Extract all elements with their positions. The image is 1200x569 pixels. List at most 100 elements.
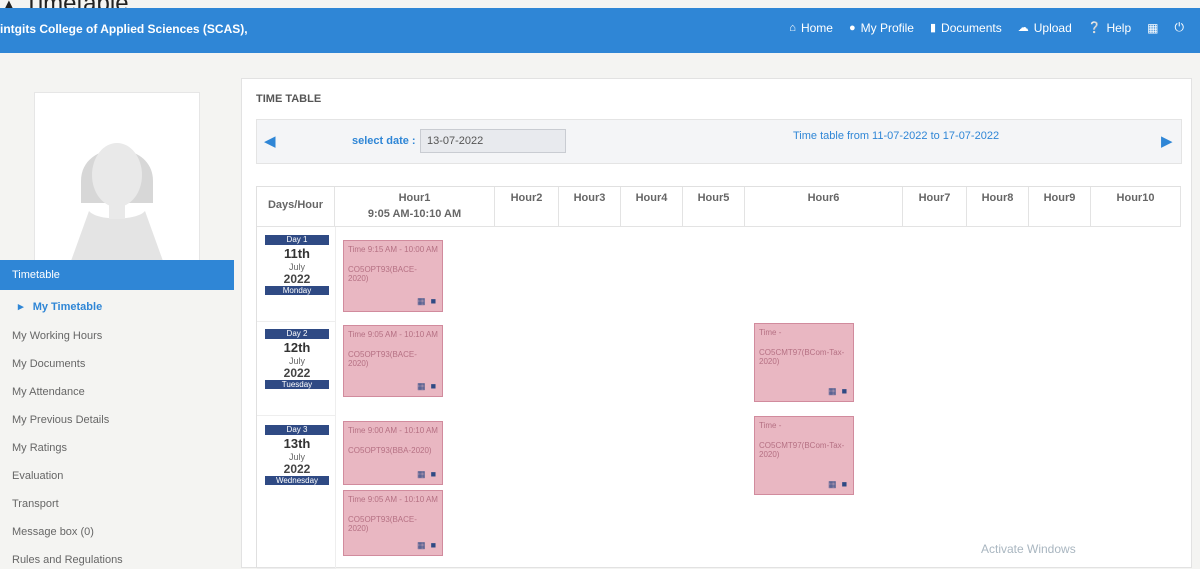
power-button[interactable]: ⏻	[1175, 20, 1185, 35]
day-year: 2022	[283, 462, 311, 476]
day-badge: Day 1	[265, 235, 329, 245]
day-weekday: Wednesday	[265, 476, 329, 485]
nav-documents[interactable]: ▮ Documents	[930, 20, 1002, 35]
college-name: intgits College of Applied Sciences (SCA…	[0, 22, 248, 36]
app-title: ▲ Timetable	[0, 0, 129, 17]
slot-course: CO5CMT97(BCom-Tax-2020)	[759, 348, 845, 366]
slot-time: Time -	[759, 421, 782, 430]
timetable-grid: Days/Hour Hour1 9:05 AM-10:10 AM Hour2 H…	[256, 186, 1181, 569]
sidebar: Timetable ▸ My Timetable My Working Hour…	[0, 78, 236, 566]
main-panel: TIME TABLE ◀ select date : Time table fr…	[241, 78, 1192, 569]
header-hour2: Hour2	[495, 187, 559, 227]
header-hour6: Hour6	[745, 187, 903, 227]
slot-course: CO5OPT93(BACE-2020)	[348, 265, 417, 283]
calendar-icon[interactable]: ▦	[828, 479, 837, 490]
day-2: Day 2 12th July 2022 Tuesday	[265, 329, 329, 389]
activate-windows-watermark: Activate Windows	[981, 542, 1076, 556]
day-year: 2022	[283, 272, 311, 286]
sidebar-item-attendance[interactable]: My Attendance	[12, 386, 85, 398]
nav-home[interactable]: ⌂ Home	[789, 20, 833, 35]
day-year: 2022	[283, 366, 311, 380]
header-hour8: Hour8	[967, 187, 1029, 227]
page-title: TIME TABLE	[256, 93, 322, 105]
nav-my-profile[interactable]: ● My Profile	[849, 20, 914, 35]
nav-documents-label: Documents	[941, 20, 1002, 35]
sidebar-item-documents[interactable]: My Documents	[12, 358, 85, 370]
slot-course: CO5OPT93(BBA-2020)	[348, 446, 432, 455]
lock-icon: ■	[430, 469, 436, 479]
day-weekday: Tuesday	[265, 380, 329, 389]
apps-grid-button[interactable]: ▦	[1147, 20, 1158, 35]
timetable-slot[interactable]: Time 9:15 AM - 10:00 AM CO5OPT93(BACE-20…	[343, 240, 443, 312]
nav-help-label: Help	[1106, 20, 1132, 35]
sidebar-item-my-timetable[interactable]: ▸ My Timetable	[18, 300, 102, 313]
slot-time: Time 9:15 AM - 10:00 AM	[348, 245, 438, 254]
slot-time: Time -	[759, 328, 782, 337]
hour1-time: 9:05 AM-10:10 AM	[367, 208, 462, 220]
header-hour5: Hour5	[683, 187, 745, 227]
sidebar-item-transport[interactable]: Transport	[12, 498, 59, 510]
header-hour3: Hour3	[559, 187, 621, 227]
sidebar-item-rules[interactable]: Rules and Regulations	[12, 554, 123, 566]
sidebar-item-previous-details[interactable]: My Previous Details	[12, 414, 109, 426]
nav-upload[interactable]: ☁ Upload	[1018, 20, 1072, 35]
top-navigation-bar: intgits College of Applied Sciences (SCA…	[0, 8, 1200, 53]
sidebar-item-message-box[interactable]: Message box (0)	[12, 526, 94, 538]
header-hour1: Hour1 9:05 AM-10:10 AM	[335, 187, 495, 227]
timetable-slot[interactable]: Time 9:05 AM - 10:10 AM CO5OPT93(BACE-20…	[343, 325, 443, 397]
day-weekday: Monday	[265, 286, 329, 295]
slot-course: CO5OPT93(BACE-2020)	[348, 515, 417, 533]
document-icon: ▮	[929, 22, 937, 34]
power-icon: ⏻	[1174, 20, 1185, 34]
home-icon: ⌂	[789, 21, 796, 34]
slot-time: Time 9:05 AM - 10:10 AM	[348, 330, 438, 339]
date-input[interactable]	[420, 129, 566, 153]
day-badge: Day 2	[265, 329, 329, 339]
date-selector-bar: ◀ select date : Time table from 11-07-20…	[256, 119, 1182, 164]
lock-icon: ■	[430, 296, 436, 306]
day-3: Day 3 13th July 2022 Wednesday	[265, 425, 329, 485]
calendar-icon[interactable]: ▦	[417, 296, 426, 307]
header-hour7: Hour7	[903, 187, 967, 227]
date-range-text: Time table from 11-07-2022 to 17-07-2022	[793, 130, 1000, 142]
prev-week-icon[interactable]: ◀	[264, 132, 276, 150]
top-nav-menu: ⌂ Home ● My Profile ▮ Documents ☁ Upload ❔ He…	[789, 20, 1184, 35]
lock-icon: ■	[841, 386, 847, 396]
user-icon: ●	[848, 21, 856, 34]
avatar-silhouette-icon	[35, 93, 199, 261]
nav-upload-label: Upload	[1033, 20, 1072, 35]
day-date: 11th	[283, 246, 310, 261]
timetable-slot[interactable]: Time - CO5CMT97(BCom-Tax-2020) ▦ ■	[754, 416, 854, 495]
timetable-slot[interactable]: Time 9:05 AM - 10:10 AM CO5OPT93(BACE-20…	[343, 490, 443, 556]
timetable-slot[interactable]: Time - CO5CMT97(BCom-Tax-2020) ▦ ■	[754, 323, 854, 402]
day-1: Day 1 11th July 2022 Monday	[265, 235, 329, 295]
help-icon: ❔	[1087, 22, 1102, 34]
lock-icon: ■	[430, 540, 436, 550]
sidebar-item-timetable[interactable]: Timetable	[0, 260, 234, 290]
slot-time: Time 9:00 AM - 10:10 AM	[348, 426, 438, 435]
sidebar-item-working-hours[interactable]: My Working Hours	[12, 330, 102, 342]
header-days-hour: Days/Hour	[257, 187, 335, 227]
hour1-label: Hour1	[398, 192, 431, 204]
nav-home-label: Home	[800, 20, 833, 35]
sidebar-item-label: Timetable	[12, 269, 60, 281]
avatar	[34, 92, 200, 262]
header-hour9: Hour9	[1029, 187, 1091, 227]
header-hour4: Hour4	[621, 187, 683, 227]
calendar-icon[interactable]: ▦	[417, 469, 426, 480]
nav-help[interactable]: ❔ Help	[1088, 20, 1131, 35]
calendar-icon[interactable]: ▦	[417, 381, 426, 392]
day-date: 13th	[283, 436, 311, 451]
upload-icon: ☁	[1017, 22, 1029, 34]
day-badge: Day 3	[265, 425, 329, 435]
grid-icon: ▦	[1147, 20, 1159, 35]
sidebar-item-evaluation[interactable]: Evaluation	[12, 470, 63, 482]
timetable-slot[interactable]: Time 9:00 AM - 10:10 AM CO5OPT93(BBA-202…	[343, 421, 443, 485]
slot-course: CO5OPT93(BACE-2020)	[348, 350, 417, 368]
slot-time: Time 9:05 AM - 10:10 AM	[348, 495, 438, 504]
calendar-icon[interactable]: ▦	[417, 540, 426, 551]
next-week-icon[interactable]: ▶	[1161, 132, 1173, 150]
nav-profile-label: My Profile	[860, 20, 914, 35]
sidebar-item-ratings[interactable]: My Ratings	[12, 442, 67, 454]
calendar-icon[interactable]: ▦	[828, 386, 837, 397]
